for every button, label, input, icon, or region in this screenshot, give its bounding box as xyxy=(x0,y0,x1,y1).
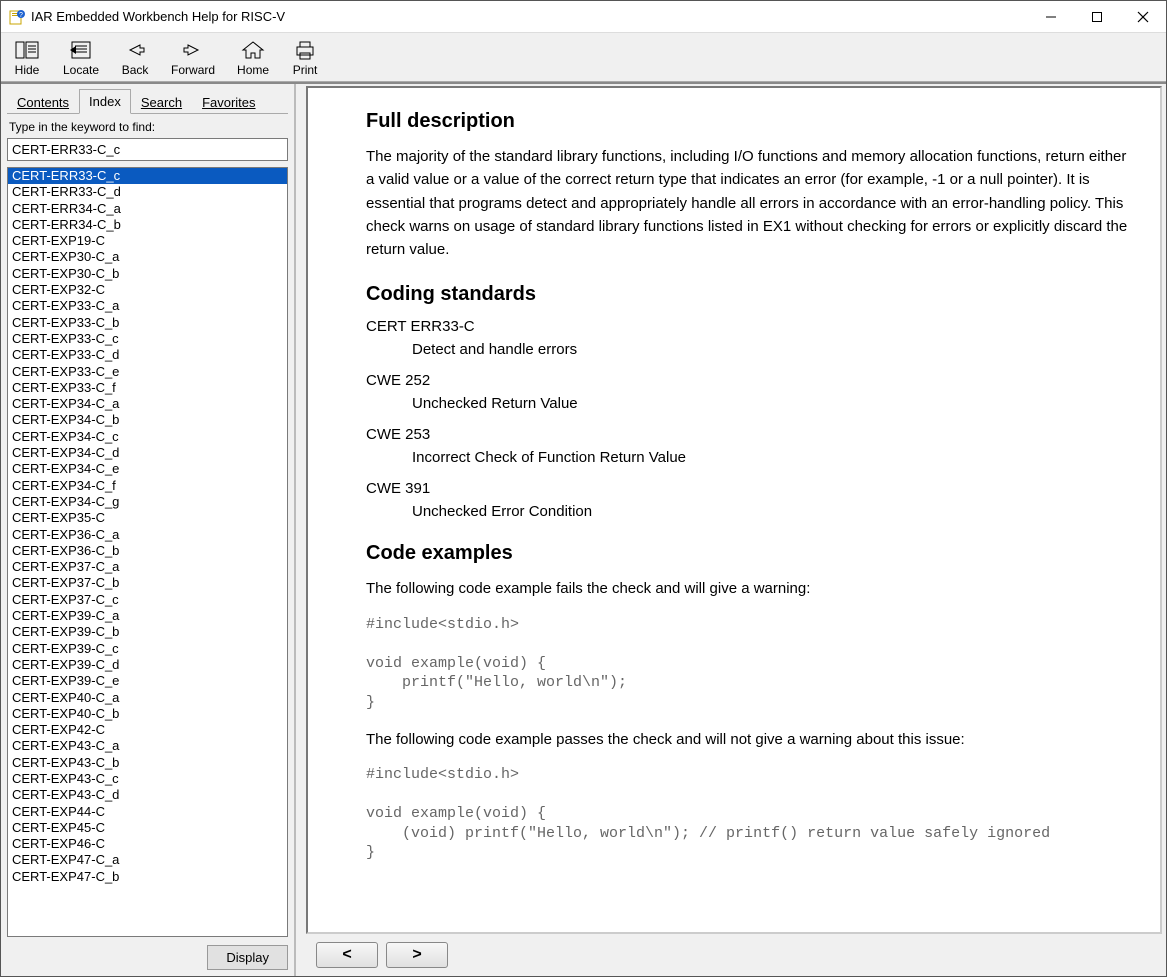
list-item[interactable]: CERT-EXP34-C_g xyxy=(8,494,287,510)
heading-full-description: Full description xyxy=(366,110,1130,133)
paragraph-fail-intro: The following code example fails the che… xyxy=(366,577,1130,600)
list-item[interactable]: CERT-EXP33-C_c xyxy=(8,331,287,347)
forward-icon xyxy=(179,39,207,61)
svg-text:?: ? xyxy=(19,12,23,19)
standard-label: CWE 252 xyxy=(366,372,1130,389)
list-item[interactable]: CERT-EXP37-C_b xyxy=(8,575,287,591)
tab-favorites[interactable]: Favorites xyxy=(192,90,265,114)
home-icon xyxy=(239,39,267,61)
list-item[interactable]: CERT-EXP47-C_b xyxy=(8,869,287,885)
back-button[interactable]: Back xyxy=(117,37,153,79)
paragraph-pass-intro: The following code example passes the ch… xyxy=(366,728,1130,751)
titlebar: ? IAR Embedded Workbench Help for RISC-V xyxy=(1,1,1166,33)
list-item[interactable]: CERT-EXP19-C xyxy=(8,233,287,249)
list-item[interactable]: CERT-EXP39-C_b xyxy=(8,624,287,640)
list-item[interactable]: CERT-EXP43-C_b xyxy=(8,755,287,771)
list-item[interactable]: CERT-EXP43-C_a xyxy=(8,738,287,754)
list-item[interactable]: CERT-EXP33-C_b xyxy=(8,315,287,331)
list-item[interactable]: CERT-EXP30-C_a xyxy=(8,249,287,265)
tab-contents[interactable]: Contents xyxy=(7,90,79,114)
help-article: Full description The majority of the sta… xyxy=(308,110,1160,899)
list-item[interactable]: CERT-EXP39-C_d xyxy=(8,657,287,673)
list-item[interactable]: CERT-EXP43-C_d xyxy=(8,787,287,803)
list-item[interactable]: CERT-EXP37-C_c xyxy=(8,592,287,608)
toolbar: Hide Locate Back Forward Home Print xyxy=(1,33,1166,82)
list-item[interactable]: CERT-EXP39-C_a xyxy=(8,608,287,624)
list-item[interactable]: CERT-ERR33-C_c xyxy=(8,168,287,184)
standard-description: Detect and handle errors xyxy=(412,341,1130,358)
navigation-pane: Contents Index Search Favorites Type in … xyxy=(1,84,296,976)
close-button[interactable] xyxy=(1120,1,1166,32)
back-icon xyxy=(121,39,149,61)
standard-description: Unchecked Return Value xyxy=(412,395,1130,412)
code-example-pass: #include<stdio.h> void example(void) { (… xyxy=(366,765,1130,863)
heading-code-examples: Code examples xyxy=(366,542,1130,565)
standard-label: CWE 253 xyxy=(366,426,1130,443)
keyword-input[interactable] xyxy=(7,138,288,161)
list-item[interactable]: CERT-EXP30-C_b xyxy=(8,266,287,282)
app-icon: ? xyxy=(9,9,25,25)
list-item[interactable]: CERT-EXP35-C xyxy=(8,510,287,526)
list-item[interactable]: CERT-EXP37-C_a xyxy=(8,559,287,575)
display-button[interactable]: Display xyxy=(207,945,288,970)
locate-button[interactable]: Locate xyxy=(59,37,103,79)
list-item[interactable]: CERT-EXP34-C_f xyxy=(8,478,287,494)
standard-label: CWE 391 xyxy=(366,480,1130,497)
list-item[interactable]: CERT-EXP33-C_a xyxy=(8,298,287,314)
list-item[interactable]: CERT-EXP39-C_c xyxy=(8,641,287,657)
content-pane: Full description The majority of the sta… xyxy=(296,84,1166,976)
main-body: Contents Index Search Favorites Type in … xyxy=(1,82,1166,976)
list-item[interactable]: CERT-ERR34-C_b xyxy=(8,217,287,233)
list-item[interactable]: CERT-EXP33-C_f xyxy=(8,380,287,396)
list-item[interactable]: CERT-EXP42-C xyxy=(8,722,287,738)
list-item[interactable]: CERT-EXP34-C_c xyxy=(8,429,287,445)
list-item[interactable]: CERT-EXP39-C_e xyxy=(8,673,287,689)
nav-tabs: Contents Index Search Favorites xyxy=(7,88,288,114)
code-example-fail: #include<stdio.h> void example(void) { p… xyxy=(366,615,1130,713)
list-item[interactable]: CERT-EXP44-C xyxy=(8,804,287,820)
hide-icon xyxy=(13,39,41,61)
print-icon xyxy=(291,39,319,61)
list-item[interactable]: CERT-EXP36-C_a xyxy=(8,527,287,543)
paragraph-full-description: The majority of the standard library fun… xyxy=(366,145,1130,261)
print-button[interactable]: Print xyxy=(287,37,323,79)
next-topic-button[interactable]: > xyxy=(386,942,448,968)
list-item[interactable]: CERT-EXP34-C_e xyxy=(8,461,287,477)
forward-button[interactable]: Forward xyxy=(167,37,219,79)
standard-description: Incorrect Check of Function Return Value xyxy=(412,449,1130,466)
list-item[interactable]: CERT-EXP34-C_a xyxy=(8,396,287,412)
tab-search[interactable]: Search xyxy=(131,90,192,114)
tab-index[interactable]: Index xyxy=(79,89,131,114)
standard-description: Unchecked Error Condition xyxy=(412,503,1130,520)
list-item[interactable]: CERT-EXP33-C_d xyxy=(8,347,287,363)
locate-icon xyxy=(67,39,95,61)
minimize-button[interactable] xyxy=(1028,1,1074,32)
content-frame[interactable]: Full description The majority of the sta… xyxy=(306,86,1162,934)
list-item[interactable]: CERT-EXP40-C_a xyxy=(8,690,287,706)
list-item[interactable]: CERT-ERR33-C_d xyxy=(8,184,287,200)
list-item[interactable]: CERT-EXP36-C_b xyxy=(8,543,287,559)
list-item[interactable]: CERT-EXP32-C xyxy=(8,282,287,298)
prev-topic-button[interactable]: < xyxy=(316,942,378,968)
list-item[interactable]: CERT-EXP33-C_e xyxy=(8,364,287,380)
list-item[interactable]: CERT-EXP47-C_a xyxy=(8,852,287,868)
list-item[interactable]: CERT-ERR34-C_a xyxy=(8,201,287,217)
maximize-button[interactable] xyxy=(1074,1,1120,32)
app-window: ? IAR Embedded Workbench Help for RISC-V… xyxy=(0,0,1167,977)
list-item[interactable]: CERT-EXP34-C_d xyxy=(8,445,287,461)
topic-nav: < > xyxy=(296,936,1166,976)
window-title: IAR Embedded Workbench Help for RISC-V xyxy=(31,9,1028,24)
list-item[interactable]: CERT-EXP45-C xyxy=(8,820,287,836)
home-button[interactable]: Home xyxy=(233,37,273,79)
list-item[interactable]: CERT-EXP34-C_b xyxy=(8,412,287,428)
window-controls xyxy=(1028,1,1166,32)
standard-label: CERT ERR33-C xyxy=(366,318,1130,335)
search-instruction: Type in the keyword to find: xyxy=(7,114,288,138)
list-item[interactable]: CERT-EXP46-C xyxy=(8,836,287,852)
index-listbox[interactable]: CERT-ERR33-C_cCERT-ERR33-C_dCERT-ERR34-C… xyxy=(7,167,288,937)
list-item[interactable]: CERT-EXP43-C_c xyxy=(8,771,287,787)
hide-button[interactable]: Hide xyxy=(9,37,45,79)
list-item[interactable]: CERT-EXP40-C_b xyxy=(8,706,287,722)
heading-coding-standards: Coding standards xyxy=(366,283,1130,306)
